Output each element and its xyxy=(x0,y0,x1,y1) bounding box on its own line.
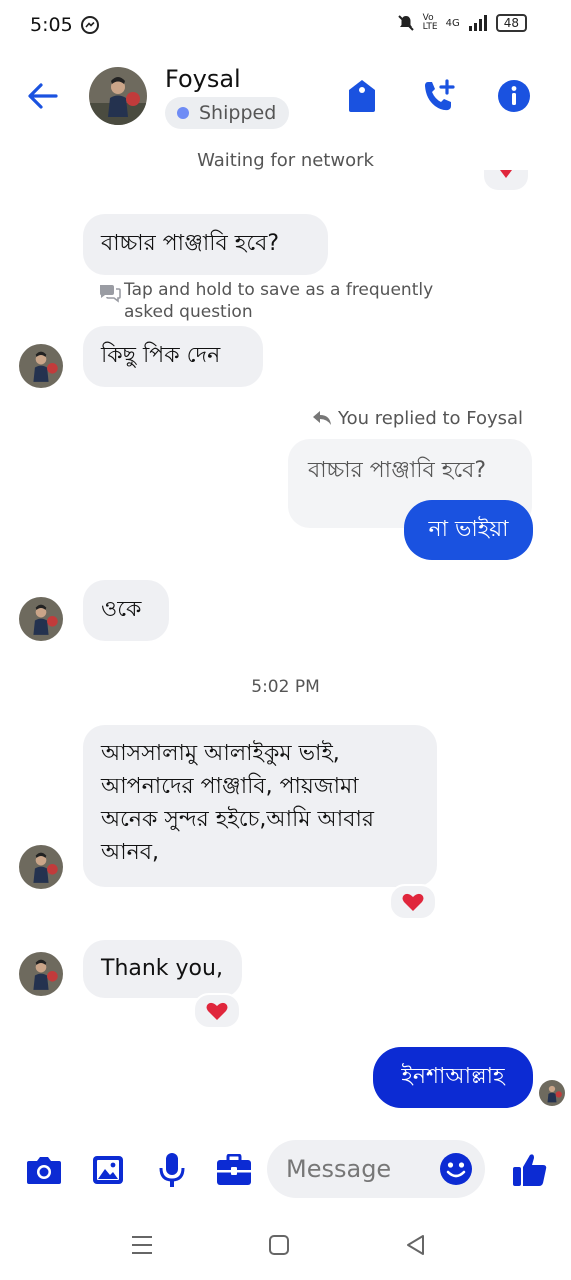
message-input[interactable]: Message xyxy=(267,1140,485,1198)
contact-name[interactable]: Foysal xyxy=(165,65,241,93)
message-line: অনেক সুন্দর হইচে,আমি আবার xyxy=(101,807,374,832)
mic-icon xyxy=(159,1153,185,1187)
camera-button[interactable] xyxy=(24,1150,64,1190)
reply-icon xyxy=(313,411,331,425)
sender-avatar[interactable] xyxy=(19,845,63,889)
network-type: 4G xyxy=(445,17,460,29)
chat-bubbles-icon xyxy=(100,285,121,303)
add-call-button[interactable] xyxy=(418,76,458,116)
message-placeholder: Message xyxy=(286,1155,392,1183)
emoji-icon[interactable] xyxy=(439,1152,473,1186)
label-chip-text: Shipped xyxy=(199,102,277,124)
signal-icon xyxy=(468,15,487,31)
reaction-partial xyxy=(484,170,528,190)
message-line: আসসালামু আলাইকুম ভাই, xyxy=(101,741,340,766)
briefcase-icon xyxy=(217,1154,251,1185)
sender-avatar[interactable] xyxy=(19,344,63,388)
label-dot xyxy=(177,107,189,119)
nav-back-button[interactable] xyxy=(400,1231,430,1259)
quoted-text: বাচ্চার পাঞ্জাবি হবে? xyxy=(308,458,487,483)
message-text: ওকে xyxy=(101,597,142,622)
faq-hint[interactable]: Tap and hold to save as a frequently ask… xyxy=(124,279,433,323)
message-bubble[interactable]: আসসালামু আলাইকুম ভাই, আপনাদের পাঞ্জাবি, … xyxy=(83,725,437,887)
faq-hint-line2: asked question xyxy=(124,302,253,322)
reaction-badge[interactable] xyxy=(193,993,241,1029)
timestamp-divider: 5:02 PM xyxy=(251,677,320,697)
info-icon xyxy=(498,80,530,112)
tag-icon xyxy=(349,80,375,112)
gallery-button[interactable] xyxy=(88,1150,128,1190)
thumbs-up-icon xyxy=(513,1154,547,1186)
message-bubble-outgoing[interactable]: ইনশাআল্লাহ xyxy=(373,1047,533,1108)
message-bubble[interactable]: Thank you, xyxy=(83,940,242,998)
message-text: Thank you, xyxy=(101,956,223,981)
tag-button[interactable] xyxy=(342,76,382,116)
contact-avatar[interactable] xyxy=(89,67,147,125)
menu-icon xyxy=(132,1236,152,1254)
label-chip[interactable]: Shipped xyxy=(165,97,290,129)
message-line: আপনাদের পাঞ্জাবি, পায়জামা xyxy=(101,774,359,799)
nav-home-button[interactable] xyxy=(264,1231,294,1259)
messenger-icon xyxy=(81,16,99,34)
message-line: আনব, xyxy=(101,840,160,865)
message-bubble[interactable]: ওকে xyxy=(83,580,169,641)
battery-icon: 48 xyxy=(495,14,527,32)
connection-status: Waiting for network xyxy=(197,150,374,171)
faq-hint-line1: Tap and hold to save as a frequently xyxy=(124,280,434,300)
sender-avatar[interactable] xyxy=(19,952,63,996)
status-icons: Vo LTE 4G 48 xyxy=(397,14,527,32)
add-call-icon xyxy=(425,79,455,111)
heart-icon xyxy=(206,1002,228,1020)
like-button[interactable] xyxy=(510,1150,550,1190)
volte-icon: Vo LTE xyxy=(422,13,438,32)
message-text: কিছু পিক দেন xyxy=(101,343,221,368)
reply-context: You replied to Foysal xyxy=(338,408,524,429)
seen-avatar xyxy=(539,1080,565,1106)
back-arrow-icon[interactable] xyxy=(22,78,62,114)
reaction-badge[interactable] xyxy=(389,884,437,920)
mic-button[interactable] xyxy=(152,1150,192,1190)
status-time: 5:05 xyxy=(30,14,73,36)
message-bubble[interactable]: বাচ্চার পাঞ্জাবি হবে? xyxy=(83,214,328,275)
message-bubble-outgoing[interactable]: না ভাইয়া xyxy=(404,500,533,560)
gallery-icon xyxy=(93,1156,123,1184)
info-button[interactable] xyxy=(494,76,534,116)
home-square-icon xyxy=(269,1235,289,1255)
camera-icon xyxy=(27,1157,61,1184)
nav-menu-button[interactable] xyxy=(127,1231,157,1259)
briefcase-button[interactable] xyxy=(214,1150,254,1190)
back-triangle-icon xyxy=(407,1235,424,1255)
mute-icon xyxy=(397,15,414,31)
message-text: ইনশাআল্লাহ xyxy=(401,1064,505,1089)
message-text: না ভাইয়া xyxy=(428,516,509,542)
heart-icon xyxy=(500,170,512,178)
heart-icon xyxy=(402,893,424,911)
message-text: বাচ্চার পাঞ্জাবি হবে? xyxy=(101,231,280,256)
message-bubble[interactable]: কিছু পিক দেন xyxy=(83,326,263,387)
sender-avatar[interactable] xyxy=(19,597,63,641)
